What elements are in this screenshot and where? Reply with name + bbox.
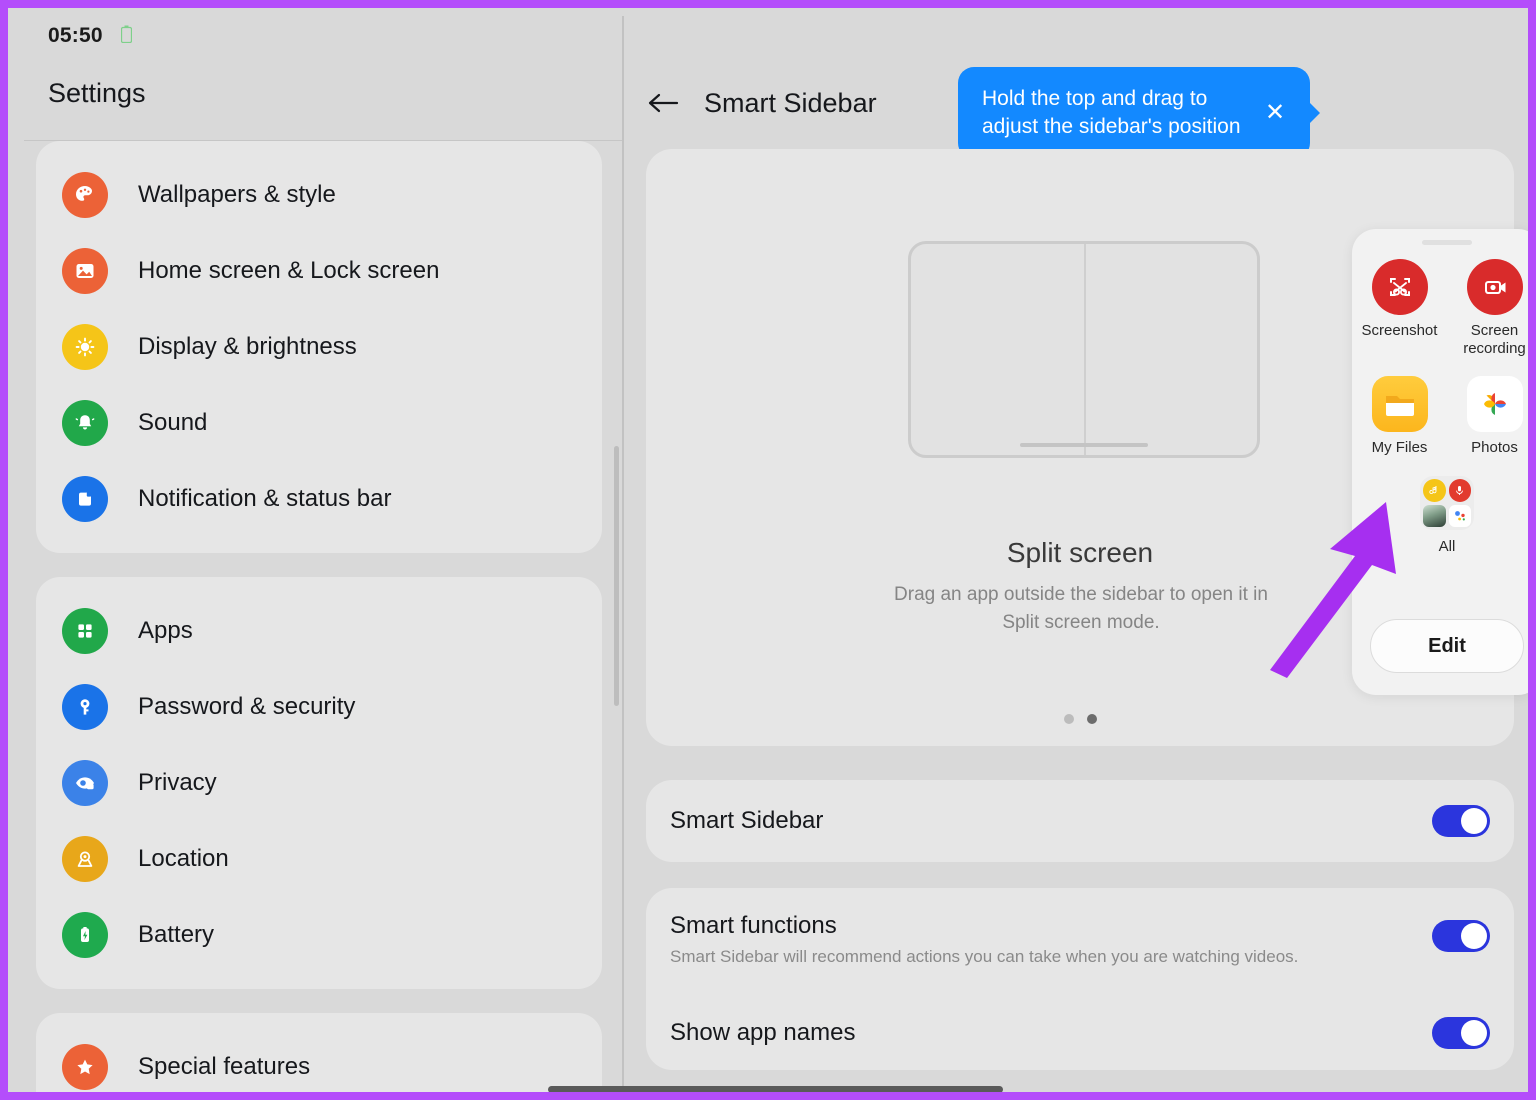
sidebar-app-label: Screenshot xyxy=(1361,322,1438,339)
sidebar-item-label: Display & brightness xyxy=(138,333,357,360)
setting-title: Floating bar xyxy=(670,1092,797,1100)
settings-group-1: Wallpapers & style Home screen & Lock sc… xyxy=(36,141,602,553)
settings-group-3: Special features xyxy=(36,1013,602,1092)
sidebar-item-wallpapers[interactable]: Wallpapers & style xyxy=(36,157,602,233)
palette-icon xyxy=(62,172,108,218)
sun-icon xyxy=(62,324,108,370)
battery-bolt-icon xyxy=(62,912,108,958)
sidebar-app-all[interactable]: All xyxy=(1352,475,1528,556)
sidebar-item-label: Special features xyxy=(138,1053,311,1080)
sidebar-item-notification-status-bar[interactable]: Notification & status bar xyxy=(36,461,602,537)
sidebar-app-label: Photos xyxy=(1471,439,1518,456)
smart-functions-card: Smart functions Smart Sidebar will recom… xyxy=(646,888,1514,1070)
sidebar-item-display-brightness[interactable]: Display & brightness xyxy=(36,309,602,385)
toggle-knob xyxy=(1461,808,1487,834)
battery-saver-icon xyxy=(120,25,132,48)
system-home-indicator[interactable] xyxy=(548,1086,1003,1092)
settings-list-scroll[interactable]: Wallpapers & style Home screen & Lock sc… xyxy=(16,141,622,1092)
sidebar-item-sound[interactable]: Sound xyxy=(36,385,602,461)
setting-title: Smart Sidebar xyxy=(670,807,824,834)
sidebar-app-label: Screen recording xyxy=(1463,322,1526,357)
star-icon xyxy=(62,1044,108,1090)
sidebar-item-label: Sound xyxy=(138,409,208,436)
tooltip-hint: Hold the top and drag to adjust the side… xyxy=(958,67,1320,159)
pager-dot-2[interactable] xyxy=(1086,714,1097,724)
drag-handle[interactable] xyxy=(1422,240,1472,245)
preview-description: Drag an app outside the sidebar to open … xyxy=(894,584,1268,633)
sidebar-item-label: Password & security xyxy=(138,693,356,720)
notification-icon xyxy=(62,476,108,522)
tooltip-tail xyxy=(1308,101,1320,125)
sidebar-item-label: Notification & status bar xyxy=(138,485,392,512)
split-screen-preview-card: Split screen Drag an app outside the sid… xyxy=(646,149,1528,746)
my-files-icon xyxy=(1371,376,1428,432)
all-apps-folder-icon xyxy=(1419,475,1475,531)
tablet-screen: 05:50 44% Settin xyxy=(0,0,1536,1100)
eye-lock-icon xyxy=(62,760,108,806)
split-screen-illustration xyxy=(908,241,1260,458)
sidebar-app-grid: Screenshot Screen recording My Files Pho… xyxy=(1352,259,1528,556)
show-app-names-toggle[interactable] xyxy=(1432,1017,1490,1049)
left-pane-scrollbar[interactable] xyxy=(614,446,619,706)
sidebar-item-privacy[interactable]: Privacy xyxy=(36,745,602,821)
sidebar-item-password-security[interactable]: Password & security xyxy=(36,669,602,745)
mock-home-indicator xyxy=(1020,443,1148,447)
bell-icon xyxy=(62,400,108,446)
detail-title: Smart Sidebar xyxy=(704,87,877,118)
toggle-knob xyxy=(1461,1020,1487,1046)
setting-subtitle: Smart Sidebar will recommend actions you… xyxy=(670,947,1299,966)
edit-button[interactable]: Edit xyxy=(1370,619,1524,673)
sidebar-item-label: Battery xyxy=(138,921,215,948)
sidebar-item-label: Home screen & Lock screen xyxy=(138,257,440,284)
split-divider xyxy=(1084,244,1086,455)
setting-title: Smart functions xyxy=(670,912,837,939)
google-photos-icon xyxy=(1466,376,1523,432)
status-bar: 05:50 44% xyxy=(16,16,622,56)
sidebar-app-photos[interactable]: Photos xyxy=(1447,376,1528,457)
preview-pager[interactable] xyxy=(646,714,1514,724)
sidebar-item-home-lock-screen[interactable]: Home screen & Lock screen xyxy=(36,233,602,309)
smart-functions-toggle[interactable] xyxy=(1432,920,1490,952)
sidebar-item-label: Location xyxy=(138,845,229,872)
sidebar-item-label: Apps xyxy=(138,617,193,644)
page-title: Settings xyxy=(48,78,146,108)
sidebar-item-label: Privacy xyxy=(138,769,217,796)
setting-row-show-app-names[interactable]: Show app names xyxy=(646,992,1514,1074)
sidebar-item-special-features[interactable]: Special features xyxy=(36,1029,602,1092)
sidebar-app-label: My Files xyxy=(1371,439,1428,456)
sidebar-app-label: All xyxy=(1438,538,1456,555)
pager-dot-1[interactable] xyxy=(1063,714,1074,724)
setting-row-smart-sidebar[interactable]: Smart Sidebar xyxy=(646,780,1514,862)
smart-sidebar-panel[interactable]: Screenshot Screen recording My Files Pho… xyxy=(1352,229,1528,695)
smart-sidebar-toggle[interactable] xyxy=(1432,805,1490,837)
location-pin-icon xyxy=(62,836,108,882)
screenshot-icon xyxy=(1371,259,1428,315)
smart-sidebar-toggle-card: Smart Sidebar xyxy=(646,780,1514,862)
settings-group-2: Apps Password & security Privacy Locatio… xyxy=(36,577,602,989)
status-clock: 05:50 xyxy=(48,24,103,47)
back-arrow-icon[interactable] xyxy=(640,80,686,126)
sidebar-item-battery[interactable]: Battery xyxy=(36,897,602,973)
sidebar-app-my-files[interactable]: My Files xyxy=(1352,376,1447,457)
screen-record-icon xyxy=(1466,259,1523,315)
sidebar-item-apps[interactable]: Apps xyxy=(36,593,602,669)
sidebar-item-location[interactable]: Location xyxy=(36,821,602,897)
key-icon xyxy=(62,684,108,730)
sidebar-item-label: Wallpapers & style xyxy=(138,181,336,208)
close-icon[interactable]: ✕ xyxy=(1258,96,1292,130)
toggle-knob xyxy=(1461,923,1487,949)
sidebar-app-screen-recording[interactable]: Screen recording xyxy=(1447,259,1528,358)
smart-sidebar-detail-pane: Smart Sidebar Hold the top and drag to a… xyxy=(624,16,1528,1100)
setting-title: Show app names xyxy=(670,1019,856,1046)
settings-left-pane: 05:50 44% Settin xyxy=(16,16,622,1092)
detail-header: Smart Sidebar xyxy=(624,68,877,138)
tooltip-text: Hold the top and drag to adjust the side… xyxy=(982,87,1241,138)
image-icon xyxy=(62,248,108,294)
sidebar-app-screenshot[interactable]: Screenshot xyxy=(1352,259,1447,358)
setting-row-smart-functions[interactable]: Smart functions Smart Sidebar will recom… xyxy=(646,888,1514,992)
grid-icon xyxy=(62,608,108,654)
